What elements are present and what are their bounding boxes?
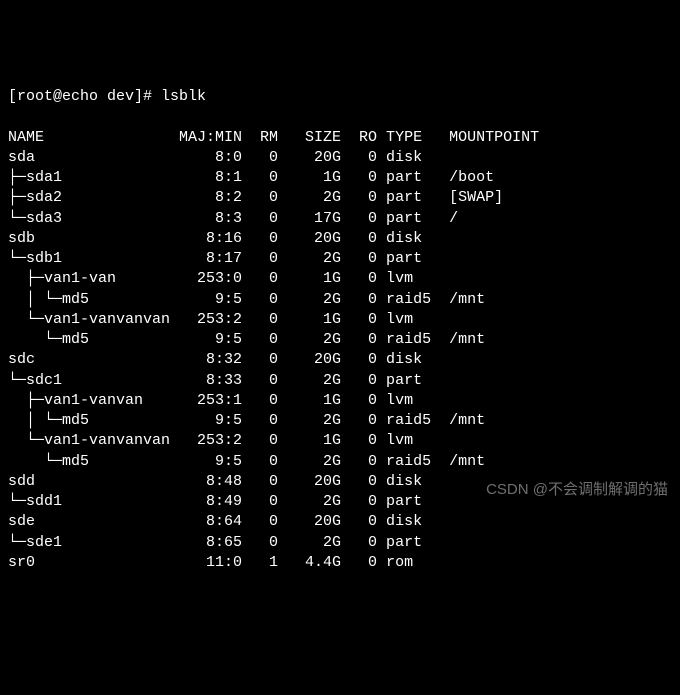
prompt-user-host: [root@echo dev]# xyxy=(8,88,152,105)
lsblk-row: ├─sda2 8:2 0 2G 0 part [SWAP] xyxy=(8,188,672,208)
lsblk-row: └─sdc1 8:33 0 2G 0 part xyxy=(8,371,672,391)
lsblk-row: └─sda3 8:3 0 17G 0 part / xyxy=(8,209,672,229)
lsblk-row: ├─van1-vanvan 253:1 0 1G 0 lvm xyxy=(8,391,672,411)
lsblk-header-row: NAME MAJ:MIN RM SIZE RO TYPE MOUNTPOINT xyxy=(8,128,672,148)
lsblk-row: └─van1-vanvanvan 253:2 0 1G 0 lvm xyxy=(8,431,672,451)
lsblk-row: └─md5 9:5 0 2G 0 raid5 /mnt xyxy=(8,452,672,472)
lsblk-row: sde 8:64 0 20G 0 disk xyxy=(8,512,672,532)
lsblk-row: ├─van1-van 253:0 0 1G 0 lvm xyxy=(8,269,672,289)
lsblk-row: │ └─md5 9:5 0 2G 0 raid5 /mnt xyxy=(8,290,672,310)
lsblk-row: └─van1-vanvanvan 253:2 0 1G 0 lvm xyxy=(8,310,672,330)
watermark-text: CSDN @不会调制解调的猫 xyxy=(486,480,668,500)
lsblk-row: └─md5 9:5 0 2G 0 raid5 /mnt xyxy=(8,330,672,350)
terminal-prompt-line: [root@echo dev]# lsblk xyxy=(8,87,672,107)
lsblk-row: └─sdb1 8:17 0 2G 0 part xyxy=(8,249,672,269)
lsblk-row: sdc 8:32 0 20G 0 disk xyxy=(8,350,672,370)
lsblk-row: sdb 8:16 0 20G 0 disk xyxy=(8,229,672,249)
lsblk-row: │ └─md5 9:5 0 2G 0 raid5 /mnt xyxy=(8,411,672,431)
lsblk-row: ├─sda1 8:1 0 1G 0 part /boot xyxy=(8,168,672,188)
lsblk-row: sda 8:0 0 20G 0 disk xyxy=(8,148,672,168)
prompt-command[interactable]: lsblk xyxy=(161,88,206,105)
lsblk-row: sr0 11:0 1 4.4G 0 rom xyxy=(8,553,672,573)
lsblk-row: └─sde1 8:65 0 2G 0 part xyxy=(8,533,672,553)
lsblk-output: NAME MAJ:MIN RM SIZE RO TYPE MOUNTPOINTs… xyxy=(8,128,672,574)
